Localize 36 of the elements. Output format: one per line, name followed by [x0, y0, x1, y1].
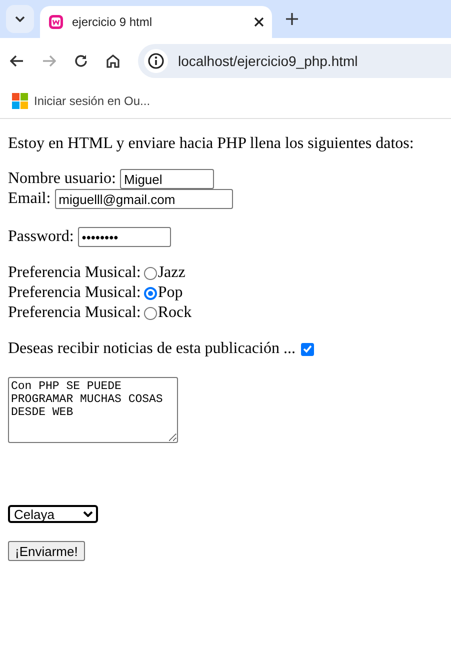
info-icon[interactable]: [148, 53, 164, 69]
close-icon[interactable]: [254, 17, 264, 27]
city-select[interactable]: Celaya: [8, 505, 98, 523]
email-field[interactable]: miguelll@gmail.com: [54, 189, 233, 209]
field-label: Email:: [8, 190, 51, 208]
bookmark-link[interactable]: Iniciar sesión en Ou...: [34, 94, 150, 108]
radio-label: Preferencia Musical:: [8, 264, 141, 282]
username-field[interactable]: Miguel: [120, 169, 214, 189]
radio-option[interactable]: Rock: [158, 304, 192, 322]
submit-button[interactable]: ¡Enviarme!: [8, 541, 85, 561]
tab-title: ejercicio 9 html: [72, 15, 154, 29]
radio-label: Preferencia Musical:: [8, 284, 141, 302]
field-label: Password:: [8, 228, 74, 246]
radio-button[interactable]: [144, 266, 157, 280]
back-arrow-icon[interactable]: [10, 55, 24, 67]
field-label: Nombre usuario:: [8, 170, 116, 188]
radio-button[interactable]: [144, 286, 157, 300]
intro-text: Estoy en HTML y enviare hacia PHP llena los siguientes datos:: [8, 135, 415, 153]
radio-option[interactable]: Pop: [158, 284, 183, 302]
password-field[interactable]: ••••••••: [78, 227, 171, 247]
reload-icon[interactable]: [74, 54, 88, 68]
new-tab-icon[interactable]: [286, 13, 298, 25]
chevron-down-icon: [83, 511, 93, 517]
radio-option[interactable]: Jazz: [158, 264, 186, 282]
comments-textarea[interactable]: Con PHP SE PUEDE PROGRAMAR MUCHAS COSAS DESDE WEB: [8, 377, 178, 443]
address-bar[interactable]: localhost/ejercicio9_php.html: [138, 44, 451, 78]
checkbox-label: Deseas recibir noticias de esta publicación ...: [8, 340, 296, 358]
tab-list-button[interactable]: [6, 5, 34, 33]
home-icon[interactable]: [106, 54, 120, 68]
browser-tab[interactable]: ejercicio 9 html: [40, 6, 272, 38]
checkbox[interactable]: [301, 342, 314, 356]
radio-label: Preferencia Musical:: [8, 304, 141, 322]
windows-logo-icon: [12, 93, 28, 109]
site-favicon-icon: [48, 14, 64, 30]
chevron-down-icon: [15, 16, 25, 22]
radio-button[interactable]: [144, 306, 157, 320]
